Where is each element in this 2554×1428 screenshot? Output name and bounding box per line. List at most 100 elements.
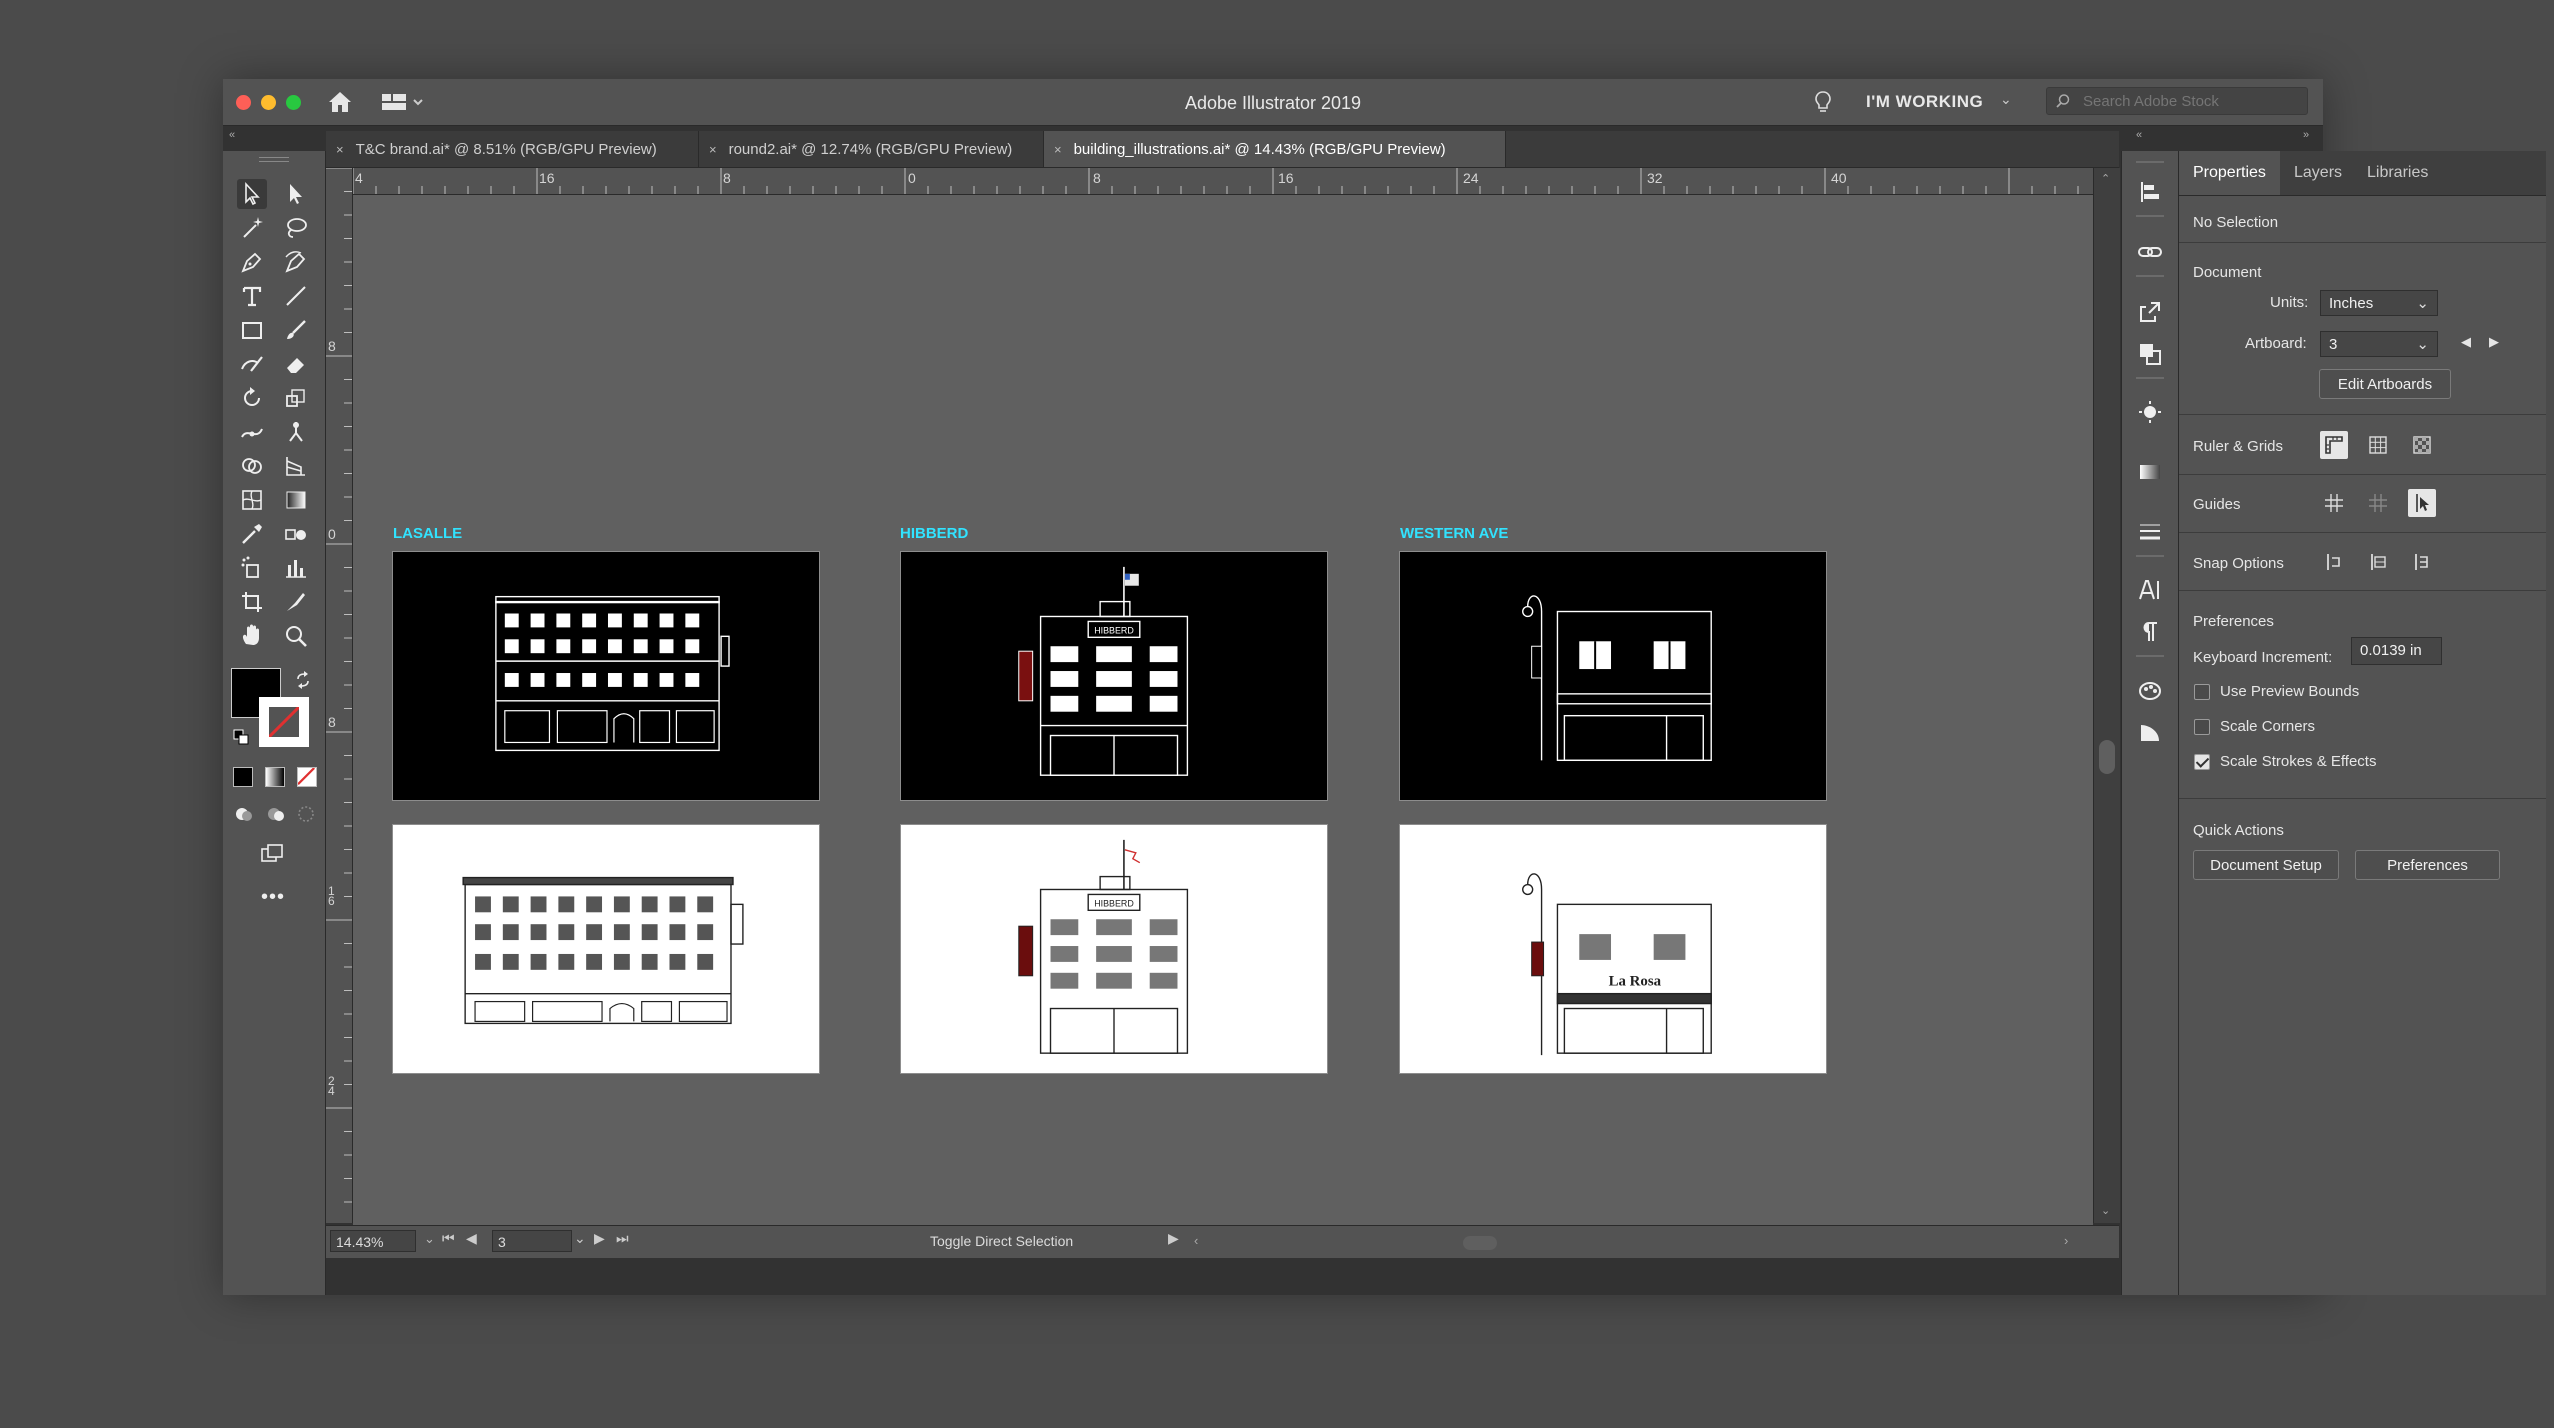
draw-behind-icon[interactable] bbox=[261, 799, 291, 829]
document-setup-button[interactable]: Document Setup bbox=[2193, 850, 2339, 880]
align-icon[interactable] bbox=[2135, 177, 2165, 207]
line-segment-tool-icon[interactable] bbox=[281, 281, 311, 311]
transparency-icon[interactable] bbox=[2135, 717, 2165, 747]
pathfinder-icon[interactable] bbox=[2135, 339, 2165, 369]
artboard-western-ave-light[interactable]: La Rosa bbox=[1399, 824, 1827, 1074]
puppet-warp-tool-icon[interactable] bbox=[281, 417, 311, 447]
snap-to-glyph-icon[interactable] bbox=[2408, 548, 2436, 576]
close-icon[interactable]: × bbox=[336, 142, 344, 157]
snap-to-pixel-icon[interactable] bbox=[2364, 548, 2392, 576]
appearance-icon[interactable] bbox=[2135, 397, 2165, 427]
units-select[interactable]: Inches ⌄ bbox=[2320, 290, 2438, 316]
scroll-up-icon[interactable]: ⌃ bbox=[2101, 172, 2110, 185]
zoom-tool-icon[interactable] bbox=[281, 621, 311, 651]
pen-tool-icon[interactable] bbox=[237, 247, 267, 277]
use-preview-bounds-checkbox[interactable] bbox=[2194, 684, 2210, 700]
type-tool-icon[interactable] bbox=[237, 281, 267, 311]
perspective-grid-tool-icon[interactable] bbox=[281, 451, 311, 481]
scale-corners-checkbox[interactable] bbox=[2194, 719, 2210, 735]
column-graph-tool-icon[interactable] bbox=[281, 553, 311, 583]
scroll-left-icon[interactable]: ‹ bbox=[1194, 1233, 1198, 1248]
tab-libraries[interactable]: Libraries bbox=[2353, 151, 2442, 195]
tab-building-illustrations[interactable]: × building_illustrations.ai* @ 14.43% (R… bbox=[1044, 131, 1506, 167]
paragraph-icon[interactable] bbox=[2135, 617, 2165, 647]
stroke-panel-icon[interactable] bbox=[2135, 517, 2165, 547]
horizontal-scroll-thumb[interactable] bbox=[1463, 1236, 1497, 1250]
eyedropper-tool-icon[interactable] bbox=[237, 519, 267, 549]
artboard-number-field[interactable]: 3 bbox=[492, 1230, 572, 1252]
close-icon[interactable]: × bbox=[709, 142, 717, 157]
mesh-tool-icon[interactable] bbox=[237, 485, 267, 515]
stroke-swatch[interactable] bbox=[259, 697, 309, 747]
width-tool-icon[interactable] bbox=[237, 417, 267, 447]
chevron-down-icon[interactable]: ⌄ bbox=[574, 1230, 586, 1247]
artboard-tool-icon[interactable] bbox=[237, 587, 267, 617]
symbol-sprayer-tool-icon[interactable] bbox=[237, 553, 267, 583]
links-icon[interactable] bbox=[2135, 237, 2165, 267]
none-mode-icon[interactable] bbox=[297, 767, 317, 787]
hand-tool-icon[interactable] bbox=[237, 621, 267, 651]
last-artboard-icon[interactable]: ⏭ bbox=[616, 1230, 629, 1247]
shaper-tool-icon[interactable] bbox=[237, 349, 267, 379]
chevron-down-icon[interactable]: ⌄ bbox=[2000, 91, 2012, 108]
direct-selection-tool-icon[interactable] bbox=[281, 179, 311, 209]
collapse-dock-icon[interactable]: « bbox=[2136, 129, 2142, 141]
artboard-lasalle-light[interactable] bbox=[392, 824, 820, 1074]
snap-to-point-icon[interactable] bbox=[2320, 548, 2348, 576]
shape-builder-tool-icon[interactable] bbox=[237, 451, 267, 481]
previous-artboard-icon[interactable]: ◀ bbox=[466, 1230, 477, 1247]
character-icon[interactable] bbox=[2135, 575, 2165, 605]
artboard-western-ave-dark[interactable] bbox=[1399, 551, 1827, 801]
transparency-grid-icon[interactable] bbox=[2408, 431, 2436, 459]
horizontal-scrollbar[interactable]: ‹ › bbox=[1194, 1233, 2078, 1250]
selection-tool-icon[interactable] bbox=[237, 179, 267, 209]
horizontal-ruler[interactable]: 4 16 8 0 8 16 24 32 40 bbox=[353, 168, 2093, 195]
gradient-mode-icon[interactable] bbox=[265, 767, 285, 787]
gradient-panel-icon[interactable] bbox=[2135, 457, 2165, 487]
blend-tool-icon[interactable] bbox=[281, 519, 311, 549]
zoom-field[interactable]: 14.43% bbox=[330, 1230, 416, 1252]
curvature-tool-icon[interactable] bbox=[281, 247, 311, 277]
scroll-right-icon[interactable]: › bbox=[2064, 1233, 2068, 1248]
tab-tc-brand[interactable]: × T&C brand.ai* @ 8.51% (RGB/GPU Preview… bbox=[326, 131, 699, 167]
default-colors-icon[interactable] bbox=[233, 729, 249, 750]
eraser-tool-icon[interactable] bbox=[281, 349, 311, 379]
draw-inside-icon[interactable] bbox=[291, 799, 321, 829]
color-guide-icon[interactable] bbox=[2135, 675, 2165, 705]
magic-wand-tool-icon[interactable] bbox=[237, 213, 267, 243]
status-menu-icon[interactable]: ▶ bbox=[1168, 1230, 1179, 1247]
color-mode-icon[interactable] bbox=[233, 767, 253, 787]
tab-layers[interactable]: Layers bbox=[2280, 151, 2356, 195]
close-icon[interactable]: × bbox=[1054, 142, 1062, 157]
rotate-tool-icon[interactable] bbox=[237, 383, 267, 413]
workspace-switcher[interactable]: I'M WORKING bbox=[1866, 92, 1983, 112]
scale-tool-icon[interactable] bbox=[281, 383, 311, 413]
stock-search-input[interactable] bbox=[2081, 92, 2305, 111]
lightbulb-icon[interactable] bbox=[1812, 89, 1834, 115]
scroll-down-icon[interactable]: ⌄ bbox=[2101, 1204, 2110, 1217]
artboard-lasalle-dark[interactable] bbox=[392, 551, 820, 801]
scale-strokes-effects-checkbox[interactable] bbox=[2194, 754, 2210, 770]
edit-toolbar-icon[interactable]: ••• bbox=[261, 886, 285, 909]
expand-panel-icon[interactable]: » bbox=[2303, 129, 2309, 141]
previous-artboard-icon[interactable]: ◀ bbox=[2461, 334, 2471, 350]
artboard-hibberd-dark[interactable]: HIBBERD bbox=[900, 551, 1328, 801]
keyboard-increment-input[interactable]: 0.0139 in bbox=[2351, 637, 2442, 665]
show-guides-icon[interactable] bbox=[2320, 489, 2348, 517]
tab-round2[interactable]: × round2.ai* @ 12.74% (RGB/GPU Preview) bbox=[699, 131, 1044, 167]
artboard-hibberd-light[interactable]: HIBBERD bbox=[900, 824, 1328, 1074]
slice-tool-icon[interactable] bbox=[281, 587, 311, 617]
first-artboard-icon[interactable]: ⏮ bbox=[442, 1230, 455, 1247]
screen-mode-icon[interactable] bbox=[257, 839, 287, 869]
paintbrush-tool-icon[interactable] bbox=[281, 315, 311, 345]
chevron-down-icon[interactable]: ⌄ bbox=[424, 1231, 435, 1247]
export-icon[interactable] bbox=[2135, 297, 2165, 327]
preferences-button[interactable]: Preferences bbox=[2355, 850, 2500, 880]
smart-guides-icon[interactable] bbox=[2408, 489, 2436, 517]
canvas[interactable]: LASALLE HIBBERD WESTERN AVE HIBBERD HIBB… bbox=[353, 195, 2093, 1225]
lasso-tool-icon[interactable] bbox=[281, 213, 311, 243]
gradient-tool-icon[interactable] bbox=[281, 485, 311, 515]
vertical-scroll-thumb[interactable] bbox=[2099, 740, 2115, 774]
toolbar-grip[interactable] bbox=[259, 157, 289, 162]
stock-search-field[interactable] bbox=[2046, 87, 2308, 115]
